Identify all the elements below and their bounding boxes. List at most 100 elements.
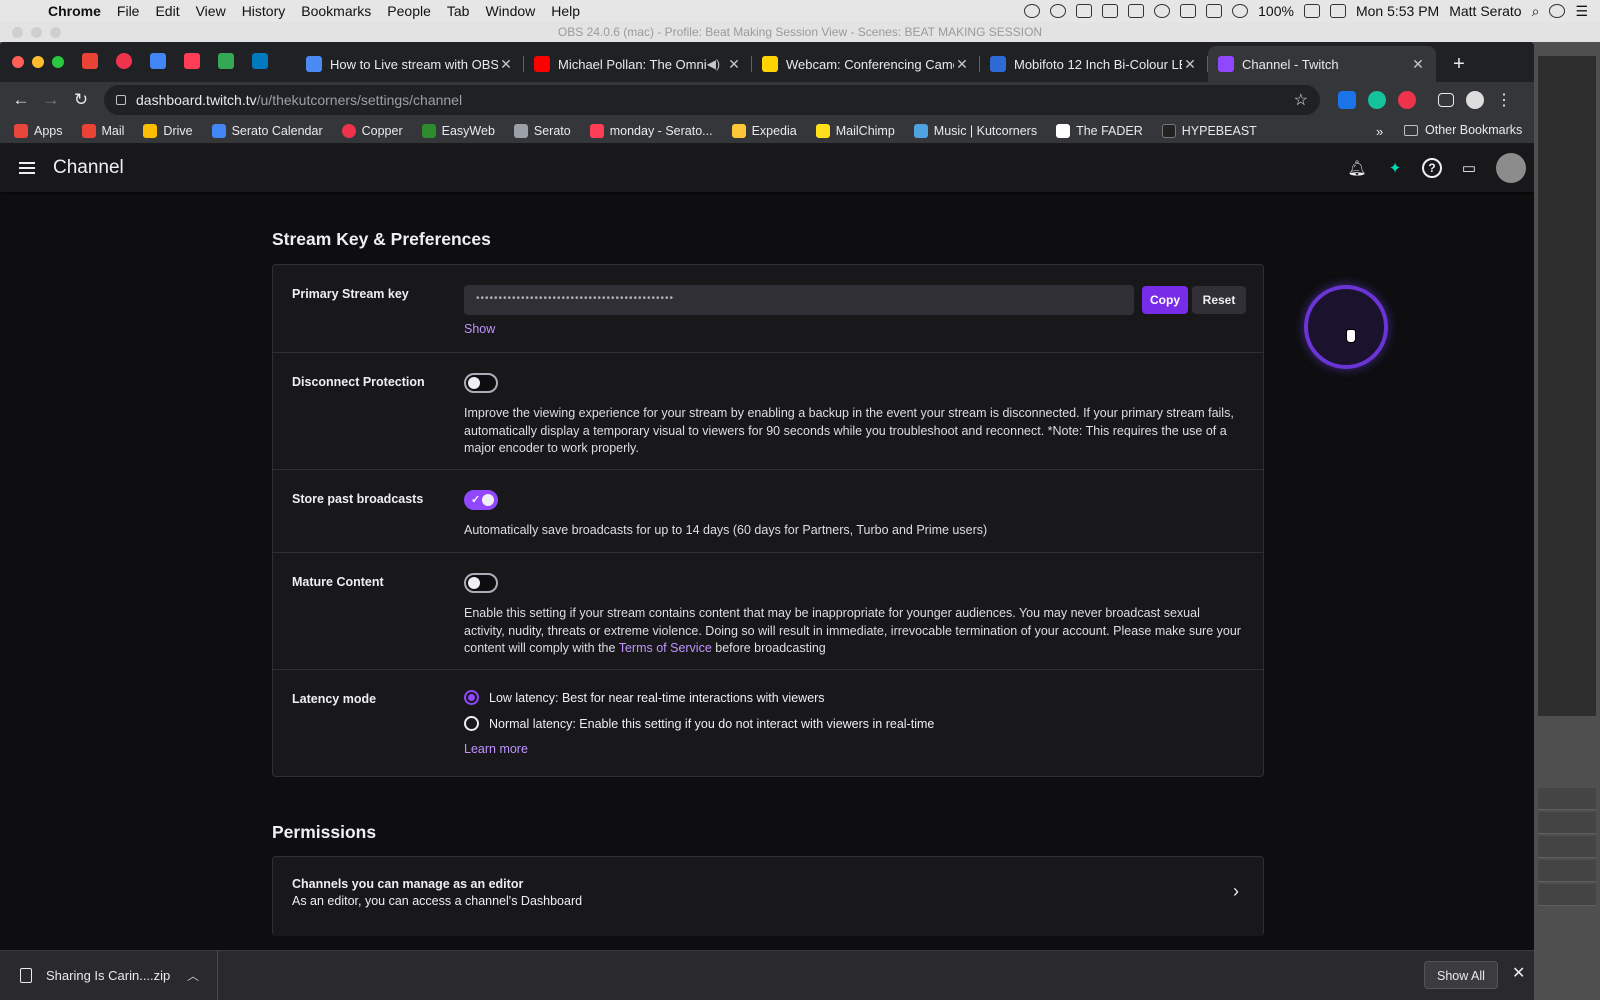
pinned-tab-trello-icon[interactable]: [252, 53, 268, 69]
download-item[interactable]: Sharing Is Carin....zip ︿: [0, 950, 218, 1000]
menu-bookmarks[interactable]: Bookmarks: [293, 3, 379, 19]
bookmark-serato[interactable]: Serato: [513, 123, 571, 138]
notification-center-icon[interactable]: ☰: [1575, 3, 1588, 20]
wifi-icon[interactable]: [1232, 4, 1249, 18]
media-controls-icon[interactable]: [1438, 93, 1454, 107]
bookmark-monday[interactable]: monday - Serato...: [589, 123, 713, 138]
bookmark-copper[interactable]: Copper: [341, 123, 403, 138]
bookmark-music-kutcorners[interactable]: Music | Kutcorners: [913, 123, 1037, 138]
learn-more-link[interactable]: Learn more: [464, 742, 1244, 756]
pinned-tab-monday-icon[interactable]: [184, 53, 200, 69]
bookmark-expedia[interactable]: Expedia: [731, 123, 797, 138]
normal-latency-option[interactable]: Normal latency: Enable this setting if y…: [464, 716, 1244, 731]
menu-tab[interactable]: Tab: [439, 3, 478, 19]
close-tab-icon[interactable]: ✕: [498, 56, 514, 73]
stream-key-field[interactable]: ••••••••••••••••••••••••••••••••••••••••…: [464, 285, 1134, 315]
grammarly-icon[interactable]: [1368, 91, 1386, 109]
menu-history[interactable]: History: [234, 3, 294, 19]
bookmark-apps[interactable]: Apps: [14, 123, 63, 138]
notifications-bell-icon[interactable]: 🔔︎: [1346, 157, 1368, 179]
bookmark-star-icon[interactable]: ☆: [1294, 90, 1308, 110]
radio-selected-icon[interactable]: [464, 690, 479, 705]
tab-twitch-channel[interactable]: Channel - Twitch ✕: [1208, 46, 1436, 82]
copy-stream-key-button[interactable]: Copy: [1142, 286, 1188, 314]
dropbox-icon[interactable]: [1102, 4, 1119, 18]
new-tab-button[interactable]: +: [1444, 46, 1474, 82]
close-tab-icon[interactable]: ✕: [726, 56, 742, 73]
close-tab-icon[interactable]: ✕: [1182, 56, 1198, 73]
spotlight-search-icon[interactable]: ⌕: [1532, 3, 1540, 20]
pinned-tab-drive-icon[interactable]: [218, 53, 234, 69]
menu-view[interactable]: View: [188, 3, 234, 19]
disconnect-protection-toggle[interactable]: [464, 373, 498, 393]
reset-stream-key-button[interactable]: Reset: [1192, 286, 1246, 314]
pinned-tab-gmail-icon[interactable]: [82, 53, 98, 69]
obs-status-icon[interactable]: [1024, 4, 1041, 18]
back-arrow-icon[interactable]: ←: [6, 90, 36, 110]
bookmark-hypebeast[interactable]: HYPEBEAST: [1161, 123, 1257, 138]
close-window-button[interactable]: [12, 56, 24, 68]
close-shelf-icon[interactable]: ✕: [1512, 963, 1525, 983]
menu-edit[interactable]: Edit: [147, 3, 187, 19]
battery-icon[interactable]: [1303, 4, 1320, 18]
time-machine-icon[interactable]: [1154, 4, 1171, 18]
store-broadcasts-toggle[interactable]: ✓: [464, 490, 498, 510]
close-tab-icon[interactable]: ✕: [1410, 56, 1426, 73]
help-icon[interactable]: ?: [1422, 158, 1442, 178]
close-tab-icon[interactable]: ✕: [954, 56, 970, 73]
extension-s-icon[interactable]: [1338, 91, 1356, 109]
show-stream-key-link[interactable]: Show: [464, 322, 1246, 336]
forward-arrow-icon[interactable]: →: [36, 90, 66, 110]
mature-content-toggle[interactable]: [464, 573, 498, 593]
chevron-up-icon[interactable]: ︿: [187, 967, 199, 984]
whispers-chat-icon[interactable]: ▭: [1458, 157, 1480, 179]
keyboard-icon[interactable]: [1206, 4, 1223, 18]
profile-avatar-icon[interactable]: [1466, 91, 1484, 109]
menubar-user[interactable]: Matt Serato: [1449, 3, 1521, 19]
terms-of-service-link[interactable]: Terms of Service: [619, 641, 712, 655]
other-bookmarks[interactable]: Other Bookmarks: [1404, 123, 1522, 137]
menu-app-name[interactable]: Chrome: [40, 3, 109, 19]
tab-michael-pollan[interactable]: Michael Pollan: The Omnivo ◀) ✕: [524, 46, 752, 82]
bookmark-mail[interactable]: Mail: [81, 123, 124, 138]
editor-channels-row[interactable]: Channels you can manage as an editor As …: [273, 857, 1263, 928]
hamburger-menu-icon[interactable]: [19, 162, 35, 174]
pinned-tab-calendar-icon[interactable]: [150, 53, 166, 69]
bookmark-mailchimp[interactable]: MailChimp: [815, 123, 895, 138]
pinned-tab-copper-icon[interactable]: [116, 53, 132, 69]
menu-window[interactable]: Window: [477, 3, 543, 19]
minimize-window-button[interactable]: [32, 56, 44, 68]
address-bar[interactable]: dashboard.twitch.tv /u/thekutcorners/set…: [104, 85, 1320, 115]
input-menu-icon[interactable]: [1329, 4, 1346, 18]
low-latency-option[interactable]: Low latency: Best for near real-time int…: [464, 690, 1244, 705]
chevron-right-icon[interactable]: ›: [1233, 881, 1239, 902]
bluetooth-icon[interactable]: [1180, 4, 1197, 18]
zoom-window-button[interactable]: [52, 56, 64, 68]
lock-icon[interactable]: [116, 95, 126, 105]
show-all-downloads-button[interactable]: Show All: [1424, 961, 1498, 989]
user-avatar[interactable]: [1496, 153, 1526, 183]
menubar-clock[interactable]: Mon 5:53 PM: [1356, 3, 1439, 19]
copper-extension-icon[interactable]: [1398, 91, 1416, 109]
bookmark-drive[interactable]: Drive: [143, 123, 193, 138]
reload-icon[interactable]: ↻: [66, 90, 96, 110]
bookmark-the-fader[interactable]: The FADER: [1056, 123, 1143, 138]
tab-mobifoto[interactable]: Mobifoto 12 Inch Bi-Colour LED ✕: [980, 46, 1208, 82]
tab-webcam[interactable]: Webcam: Conferencing Camer ✕: [752, 46, 980, 82]
menu-help[interactable]: Help: [543, 3, 588, 19]
menu-people[interactable]: People: [379, 3, 439, 19]
bookmark-serato-calendar[interactable]: Serato Calendar: [211, 123, 323, 138]
sparkle-icon[interactable]: ✦: [1384, 157, 1406, 179]
battery-percent[interactable]: 100%: [1258, 3, 1294, 19]
bookmarks-overflow-icon[interactable]: »: [1376, 124, 1383, 139]
speaker-icon[interactable]: ◀): [707, 57, 720, 71]
tab-obs-guide[interactable]: How to Live stream with OBS - ✕: [296, 46, 524, 82]
app-status-icon[interactable]: [1050, 4, 1067, 18]
shield-icon[interactable]: [1076, 4, 1093, 18]
chrome-menu-icon[interactable]: ⋮: [1496, 90, 1512, 110]
siri-icon[interactable]: [1549, 4, 1566, 18]
radio-unselected-icon[interactable]: [464, 716, 479, 731]
bookmark-easyweb[interactable]: EasyWeb: [421, 123, 495, 138]
airplay-icon[interactable]: [1128, 4, 1145, 18]
menu-file[interactable]: File: [109, 3, 148, 19]
